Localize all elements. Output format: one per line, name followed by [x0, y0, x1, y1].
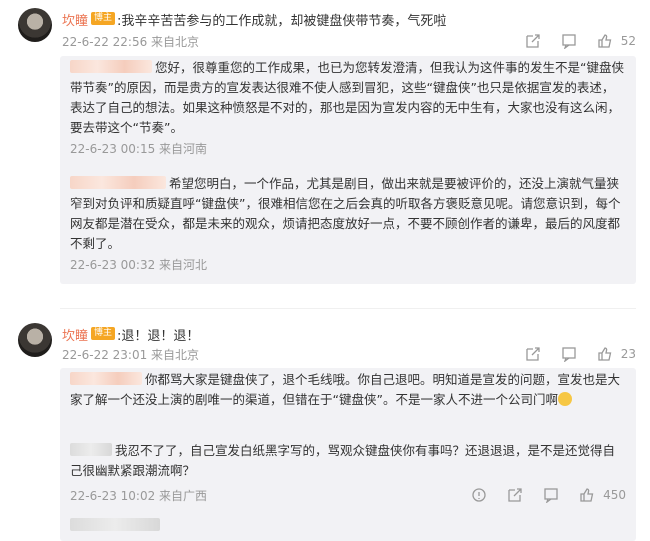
reply-box: 您好，很尊重您的工作成果，也已为您转发澄清，但我认为这件事的发生不是“键盘侠带节…	[60, 56, 636, 284]
reply-icon[interactable]	[561, 33, 577, 49]
reply-text: 我忍不了了，自己宣发白纸黑字写的，骂观众键盘侠你有事吗？还退退退，是不是还觉得自…	[70, 443, 616, 478]
blurred-username	[70, 518, 160, 531]
reply-meta: 22-6-23 00:32 来自河北	[70, 258, 208, 272]
like-icon[interactable]	[579, 487, 595, 503]
comment-icon[interactable]	[471, 487, 487, 503]
blogger-badge: 博主	[91, 327, 116, 340]
reply-item: 希望您明白，一个作品，尤其是剧目，做出来就是要被评价的，还没上演就气量狭窄到对负…	[70, 174, 626, 273]
blurred-username	[70, 443, 112, 456]
comment-actions: 23	[525, 344, 636, 364]
share-icon[interactable]	[507, 487, 523, 503]
reply-actions: 450	[471, 485, 626, 505]
reply-item: 我忍不了了，自己宣发白纸黑字写的，骂观众键盘侠你有事吗？还退退退，是不是还觉得自…	[70, 441, 626, 505]
avatar[interactable]	[18, 323, 52, 357]
reply-icon[interactable]	[561, 346, 577, 362]
share-icon[interactable]	[525, 33, 541, 49]
comment-meta: 22-6-22 22:56 来自北京	[62, 35, 200, 49]
like-icon[interactable]	[597, 346, 613, 362]
comment-meta: 22-6-22 23:01 来自北京	[62, 348, 200, 362]
author-name[interactable]: 坎瞳	[62, 325, 88, 344]
blurred-username	[70, 176, 166, 189]
like-count: 450	[603, 488, 626, 502]
blurred-username	[70, 60, 152, 73]
like-icon[interactable]	[597, 33, 613, 49]
blurred-username	[70, 372, 142, 385]
comment-actions: 52	[525, 31, 636, 51]
reply-meta: 22-6-23 10:02 来自广西	[70, 489, 208, 503]
divider	[60, 308, 636, 309]
laugh-emoji-icon	[557, 392, 572, 406]
reply-item: 你都骂大家是键盘侠了，退个毛线哦。你自己退吧。明知道是宣发的问题，宣发也是大家了…	[70, 370, 626, 410]
reply-item	[70, 516, 626, 536]
reply-box: 你都骂大家是键盘侠了，退个毛线哦。你自己退吧。明知道是宣发的问题，宣发也是大家了…	[60, 368, 636, 541]
reply-text: 你都骂大家是键盘侠了，退个毛线哦。你自己退吧。明知道是宣发的问题，宣发也是大家了…	[70, 372, 621, 407]
reply-icon[interactable]	[543, 487, 559, 503]
reply-meta: 22-6-23 00:15 来自河南	[70, 142, 208, 156]
reply-meta-row: 22-6-23 10:02 来自广西 450	[70, 483, 626, 505]
comment-text: :退！退！退！	[117, 329, 200, 344]
blogger-badge: 博主	[91, 12, 116, 25]
comment-text: :我辛辛苦苦参与的工作成就，却被键盘侠带节奏，气死啦	[117, 14, 447, 29]
reply-text: 您好，很尊重您的工作成果，也已为您转发澄清，但我认为这件事的发生不是“键盘侠带节…	[70, 60, 624, 135]
share-icon[interactable]	[525, 346, 541, 362]
like-count: 23	[620, 347, 636, 361]
like-count: 52	[620, 34, 636, 48]
reply-item: 您好，很尊重您的工作成果，也已为您转发澄清，但我认为这件事的发生不是“键盘侠带节…	[70, 58, 626, 157]
avatar[interactable]	[18, 8, 52, 42]
author-name[interactable]: 坎瞳	[62, 10, 88, 29]
